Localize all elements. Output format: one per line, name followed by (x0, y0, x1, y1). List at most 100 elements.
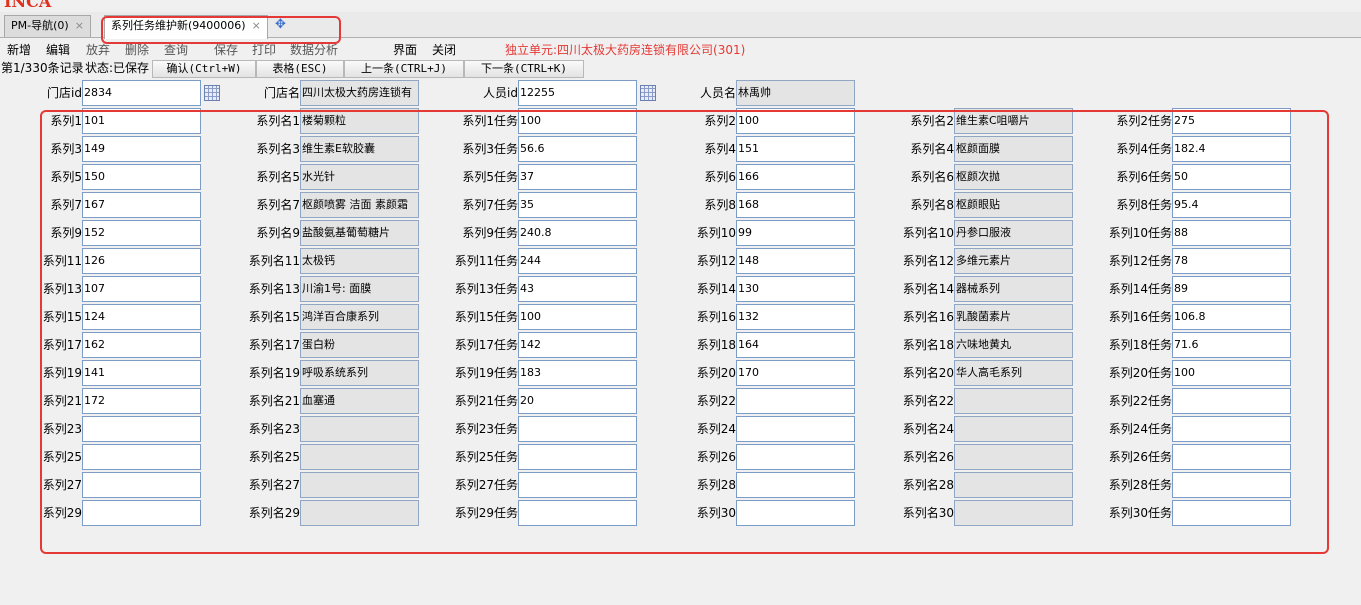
series-id-field[interactable]: 130 (736, 276, 855, 302)
confirm-button[interactable]: 确认(Ctrl+W) (152, 60, 256, 78)
series-task-field[interactable]: 100 (1172, 360, 1291, 386)
series-task-field[interactable] (1172, 472, 1291, 498)
series-name-label: 系列名13 (248, 282, 300, 296)
series-id-field[interactable]: 166 (736, 164, 855, 190)
series-id-field[interactable]: 99 (736, 220, 855, 246)
series-task-field[interactable]: 100 (518, 108, 637, 134)
series-task-field[interactable]: 182.4 (1172, 136, 1291, 162)
series-id-field[interactable] (736, 388, 855, 414)
series-id-field[interactable] (736, 500, 855, 526)
next-record-button[interactable]: 下一条(CTRL+K) (464, 60, 584, 78)
series-id-field[interactable] (82, 500, 201, 526)
series-task-field[interactable]: 100 (518, 304, 637, 330)
series-id-label: 系列29 (42, 506, 82, 520)
series-name-label: 系列名8 (910, 198, 954, 212)
close-icon[interactable]: × (75, 19, 84, 32)
series-id-field[interactable]: 172 (82, 388, 201, 414)
discard-button[interactable]: 放弃 (86, 40, 110, 60)
print-button[interactable]: 打印 (252, 40, 276, 60)
close-icon[interactable]: × (252, 19, 261, 32)
series-task-field[interactable]: 275 (1172, 108, 1291, 134)
series-id-field[interactable] (736, 444, 855, 470)
series-id-field[interactable]: 100 (736, 108, 855, 134)
series-task-field[interactable]: 89 (1172, 276, 1291, 302)
store-name-label: 门店名 (263, 86, 300, 100)
series-id-label: 系列3 (50, 142, 82, 156)
series-id-field[interactable]: 168 (736, 192, 855, 218)
series-task-field[interactable]: 35 (518, 192, 637, 218)
layout-button[interactable]: 界面 (393, 40, 417, 60)
series-id-field[interactable]: 132 (736, 304, 855, 330)
series-task-field[interactable]: 240.8 (518, 220, 637, 246)
series-task-field[interactable] (1172, 388, 1291, 414)
series-id-field[interactable]: 150 (82, 164, 201, 190)
series-task-label: 系列9任务 (462, 226, 518, 240)
series-id-field[interactable]: 162 (82, 332, 201, 358)
series-task-field[interactable]: 71.6 (1172, 332, 1291, 358)
series-id-field[interactable] (82, 444, 201, 470)
series-id-field[interactable]: 141 (82, 360, 201, 386)
series-id-field[interactable]: 101 (82, 108, 201, 134)
calendar-icon[interactable] (204, 85, 220, 101)
delete-button[interactable]: 删除 (125, 40, 149, 60)
series-id-field[interactable]: 148 (736, 248, 855, 274)
series-task-field[interactable] (1172, 500, 1291, 526)
series-task-field[interactable]: 142 (518, 332, 637, 358)
record-state: 状态:已保存 (85, 61, 150, 75)
series-task-field[interactable]: 95.4 (1172, 192, 1291, 218)
save-button[interactable]: 保存 (214, 40, 238, 60)
series-id-label: 系列14 (696, 282, 736, 296)
series-task-field[interactable] (518, 500, 637, 526)
series-id-field[interactable]: 124 (82, 304, 201, 330)
query-button[interactable]: 查询 (164, 40, 188, 60)
tab-series-task[interactable]: 系列任务维护新(9400006) × (104, 15, 268, 39)
series-task-field[interactable]: 183 (518, 360, 637, 386)
series-name-field (300, 472, 419, 498)
series-id-label: 系列26 (696, 450, 736, 464)
series-id-field[interactable] (736, 472, 855, 498)
series-id-field[interactable] (82, 416, 201, 442)
series-task-field[interactable]: 50 (1172, 164, 1291, 190)
data-analysis-button[interactable]: 数据分析 (290, 40, 338, 60)
new-button[interactable]: 新增 (7, 40, 31, 60)
table-button[interactable]: 表格(ESC) (256, 60, 344, 78)
series-task-field[interactable]: 88 (1172, 220, 1291, 246)
series-id-field[interactable]: 170 (736, 360, 855, 386)
series-id-field[interactable] (736, 416, 855, 442)
store-id-field[interactable]: 2834 (82, 80, 201, 106)
series-name-label: 系列名7 (256, 198, 300, 212)
series-task-field[interactable] (518, 416, 637, 442)
prev-record-button[interactable]: 上一条(CTRL+J) (344, 60, 464, 78)
series-task-field[interactable]: 37 (518, 164, 637, 190)
series-task-field[interactable] (1172, 416, 1291, 442)
app-window: INCA PM-导航(0) × 系列任务维护新(9400006) × ✥ 新增 编辑… (0, 0, 1361, 605)
series-id-field[interactable]: 151 (736, 136, 855, 162)
series-id-field[interactable]: 126 (82, 248, 201, 274)
series-id-field[interactable]: 149 (82, 136, 201, 162)
series-id-field[interactable] (82, 472, 201, 498)
series-task-field[interactable]: 244 (518, 248, 637, 274)
series-task-field[interactable]: 56.6 (518, 136, 637, 162)
series-task-field[interactable]: 106.8 (1172, 304, 1291, 330)
add-tab-icon[interactable]: ✥ (275, 17, 286, 32)
series-task-field[interactable]: 20 (518, 388, 637, 414)
calendar-icon[interactable] (640, 85, 656, 101)
series-id-label: 系列17 (42, 338, 82, 352)
series-name-field: 多维元素片 (954, 248, 1073, 274)
series-id-field[interactable]: 164 (736, 332, 855, 358)
series-id-field[interactable]: 167 (82, 192, 201, 218)
edit-button[interactable]: 编辑 (46, 40, 70, 60)
series-id-field[interactable]: 152 (82, 220, 201, 246)
close-button[interactable]: 关闭 (432, 40, 456, 60)
person-id-field[interactable]: 12255 (518, 80, 637, 106)
series-task-field[interactable] (518, 472, 637, 498)
series-task-label: 系列15任务 (454, 310, 518, 324)
series-task-field[interactable] (1172, 444, 1291, 470)
store-id-label: 门店id (47, 86, 82, 100)
tab-pm-nav[interactable]: PM-导航(0) × (4, 15, 91, 37)
series-task-field[interactable] (518, 444, 637, 470)
series-task-field[interactable]: 78 (1172, 248, 1291, 274)
series-id-field[interactable]: 107 (82, 276, 201, 302)
series-id-label: 系列20 (696, 366, 736, 380)
series-task-field[interactable]: 43 (518, 276, 637, 302)
